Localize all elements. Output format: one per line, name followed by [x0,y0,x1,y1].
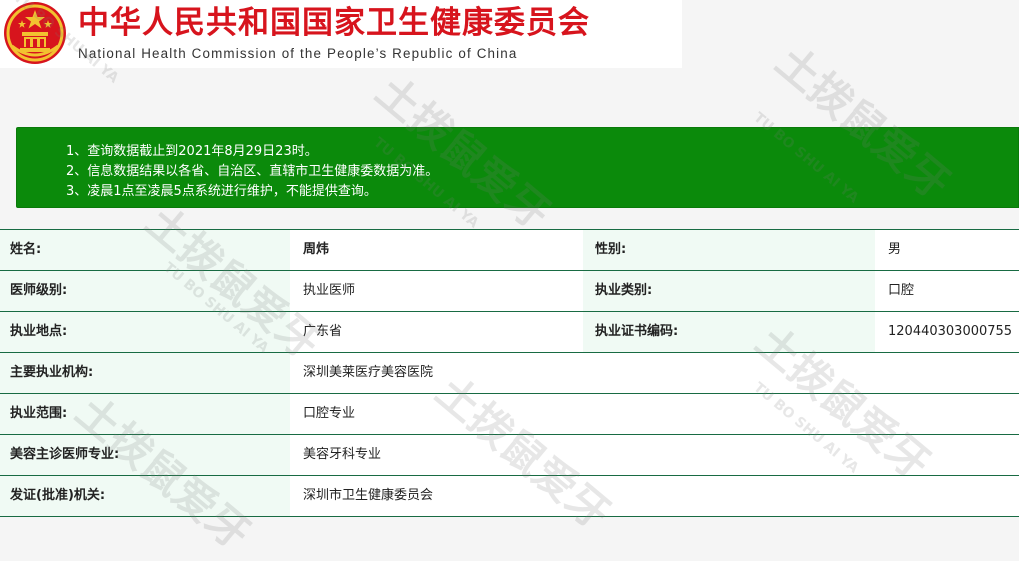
notice-line: 1、查询数据截止到2021年8月29日23时。 [66,144,318,159]
cosmetic-specialty-value: 美容牙科专业 [290,435,1019,475]
level-value: 执业医师 [290,271,583,311]
institution-value: 深圳美莱医疗美容医院 [290,353,1019,393]
table-row: 执业地点: 广东省 执业证书编码: 120440303000755 [0,312,1019,353]
notice-line: 3、凌晨1点至凌晨5点系统进行维护，不能提供查询。 [66,184,377,199]
table-row: 发证(批准)机关: 深圳市卫生健康委员会 [0,476,1019,517]
category-label: 执业类别: [583,271,875,311]
doctor-info-table: 姓名: 周炜 性别: 男 医师级别: 执业医师 执业类别: 口腔 执业地点: 广… [0,229,1019,517]
cosmetic-specialty-label: 美容主诊医师专业: [0,435,290,475]
gender-value: 男 [875,230,1019,270]
name-label: 姓名: [0,230,290,270]
name-value: 周炜 [290,230,583,270]
category-value: 口腔 [875,271,1019,311]
site-title-cn: 中华人民共和国国家卫生健康委员会 [78,5,590,41]
notice-box: 1、查询数据截止到2021年8月29日23时。 2、信息数据结果以各省、自治区、… [16,127,1019,208]
table-row: 医师级别: 执业医师 执业类别: 口腔 [0,271,1019,312]
level-label: 医师级别: [0,271,290,311]
scope-label: 执业范围: [0,394,290,434]
issuer-label: 发证(批准)机关: [0,476,290,516]
gender-label: 性别: [583,230,875,270]
table-row: 主要执业机构: 深圳美莱医疗美容医院 [0,353,1019,394]
site-header: 中华人民共和国国家卫生健康委员会 National Health Commiss… [0,0,682,68]
table-row: 姓名: 周炜 性别: 男 [0,230,1019,271]
location-label: 执业地点: [0,312,290,352]
cert-label: 执业证书编码: [583,312,875,352]
location-value: 广东省 [290,312,583,352]
cert-value: 120440303000755 [875,312,1019,352]
national-emblem-icon [4,2,66,64]
issuer-value: 深圳市卫生健康委员会 [290,476,1019,516]
institution-label: 主要执业机构: [0,353,290,393]
scope-value: 口腔专业 [290,394,1019,434]
table-row: 执业范围: 口腔专业 [0,394,1019,435]
table-row: 美容主诊医师专业: 美容牙科专业 [0,435,1019,476]
notice-line: 2、信息数据结果以各省、自治区、直辖市卫生健康委数据为准。 [66,164,439,179]
site-title-en: National Health Commission of the People… [78,46,518,61]
